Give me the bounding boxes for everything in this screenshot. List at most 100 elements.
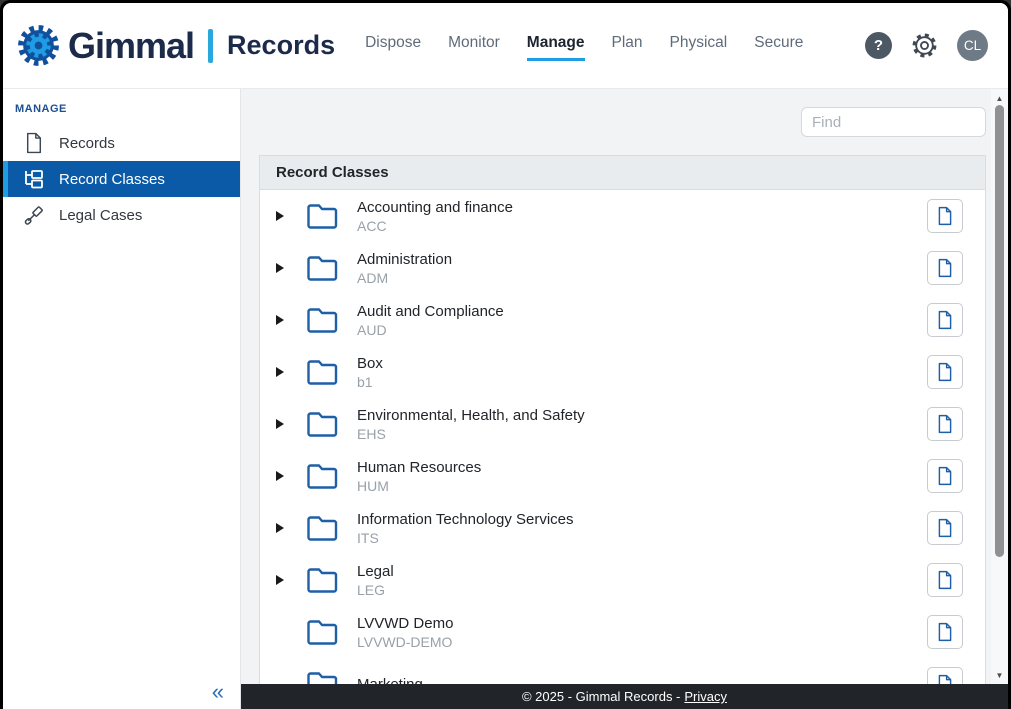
- record-class-details-button[interactable]: [927, 199, 963, 233]
- gavel-icon: [21, 205, 47, 226]
- brand-divider: [208, 29, 213, 63]
- record-class-row: Administration ADM: [260, 242, 985, 294]
- record-class-row: Accounting and finance ACC: [260, 190, 985, 242]
- record-class-details-button[interactable]: [927, 511, 963, 545]
- record-class-title[interactable]: Legal: [357, 562, 394, 581]
- record-class-title[interactable]: LVVWD Demo: [357, 614, 453, 633]
- record-class-text: LVVWD Demo LVVWD-DEMO: [357, 614, 453, 651]
- gimmal-gear-logo: [15, 22, 62, 69]
- settings-gear-icon[interactable]: [911, 32, 938, 59]
- document-icon: [21, 132, 47, 154]
- record-class-title[interactable]: Audit and Compliance: [357, 302, 504, 321]
- sidebar-item-record-classes[interactable]: Record Classes: [3, 161, 240, 197]
- record-class-title[interactable]: Administration: [357, 250, 452, 269]
- record-class-details-button[interactable]: [927, 615, 963, 649]
- record-class-text: Human Resources HUM: [357, 458, 481, 495]
- folder-icon: [306, 411, 339, 438]
- record-class-text: Legal LEG: [357, 562, 394, 599]
- vertical-scrollbar[interactable]: ▲ ▼: [991, 89, 1008, 684]
- record-class-text: Box b1: [357, 354, 383, 391]
- record-class-title[interactable]: Marketing: [357, 675, 423, 685]
- user-avatar[interactable]: CL: [957, 30, 988, 61]
- record-class-text: Audit and Compliance AUD: [357, 302, 504, 339]
- sidebar-item-label: Records: [59, 135, 115, 152]
- nav-monitor[interactable]: Monitor: [448, 34, 500, 61]
- record-class-code: EHS: [357, 425, 585, 443]
- record-class-row: Human Resources HUM: [260, 450, 985, 502]
- sidebar-collapse-icon[interactable]: «: [212, 681, 224, 703]
- record-class-code: ACC: [357, 217, 513, 235]
- footer: © 2025 - Gimmal Records - Privacy: [241, 684, 1008, 709]
- folder-icon: [306, 359, 339, 386]
- scrollbar-thumb[interactable]: [995, 105, 1004, 557]
- expand-arrow-icon[interactable]: [276, 315, 298, 325]
- record-class-code: ADM: [357, 269, 452, 287]
- record-class-code: HUM: [357, 477, 481, 495]
- sidebar-item-label: Legal Cases: [59, 207, 142, 224]
- record-class-text: Information Technology Services ITS: [357, 510, 574, 547]
- tree-icon: [21, 168, 47, 190]
- privacy-link[interactable]: Privacy: [684, 689, 727, 704]
- record-class-details-button[interactable]: [927, 355, 963, 389]
- nav-plan[interactable]: Plan: [612, 34, 643, 61]
- record-class-code: AUD: [357, 321, 504, 339]
- record-class-code: LEG: [357, 581, 394, 599]
- header-icons: ? CL: [865, 30, 988, 61]
- record-class-text: Marketing: [357, 675, 423, 685]
- top-header: Gimmal Records Dispose Monitor Manage Pl…: [3, 3, 1008, 89]
- record-class-details-button[interactable]: [927, 251, 963, 285]
- expand-arrow-icon[interactable]: [276, 575, 298, 585]
- expand-arrow-icon[interactable]: [276, 471, 298, 481]
- record-class-title[interactable]: Box: [357, 354, 383, 373]
- find-input[interactable]: [801, 107, 986, 137]
- main-nav: Dispose Monitor Manage Plan Physical Sec…: [365, 34, 803, 61]
- expand-arrow-icon[interactable]: [276, 367, 298, 377]
- expand-arrow-icon[interactable]: [276, 419, 298, 429]
- record-class-row: Box b1: [260, 346, 985, 398]
- record-class-details-button[interactable]: [927, 667, 963, 684]
- sidebar-item-legal-cases[interactable]: Legal Cases: [3, 197, 240, 233]
- record-class-row: Legal LEG: [260, 554, 985, 606]
- nav-dispose[interactable]: Dispose: [365, 34, 421, 61]
- app-body: MANAGE Records: [3, 89, 1008, 709]
- expand-arrow-icon[interactable]: [276, 211, 298, 221]
- record-class-row: Marketing: [260, 658, 985, 684]
- gimmal-records-app: Gimmal Records Dispose Monitor Manage Pl…: [3, 3, 1008, 709]
- folder-icon: [306, 307, 339, 334]
- record-class-details-button[interactable]: [927, 459, 963, 493]
- record-class-row: Environmental, Health, and Safety EHS: [260, 398, 985, 450]
- record-class-title[interactable]: Environmental, Health, and Safety: [357, 406, 585, 425]
- record-class-row: Information Technology Services ITS: [260, 502, 985, 554]
- record-class-details-button[interactable]: [927, 303, 963, 337]
- record-class-code: ITS: [357, 529, 574, 547]
- main-area: Record Classes Accounting and finance AC…: [241, 89, 1008, 709]
- nav-secure[interactable]: Secure: [754, 34, 803, 61]
- record-class-list: Accounting and finance ACC Administratio…: [260, 190, 985, 684]
- record-class-details-button[interactable]: [927, 407, 963, 441]
- scroll-up-icon[interactable]: ▲: [991, 91, 1008, 105]
- app-window: Gimmal Records Dispose Monitor Manage Pl…: [0, 0, 1011, 709]
- nav-manage[interactable]: Manage: [527, 34, 585, 61]
- record-class-title[interactable]: Human Resources: [357, 458, 481, 477]
- panel-title: Record Classes: [260, 156, 985, 190]
- scroll-down-icon[interactable]: ▼: [991, 668, 1008, 682]
- brand: Gimmal Records: [15, 22, 335, 69]
- sidebar-section-label: MANAGE: [3, 99, 240, 125]
- record-class-text: Accounting and finance ACC: [357, 198, 513, 235]
- record-class-title[interactable]: Accounting and finance: [357, 198, 513, 217]
- nav-physical[interactable]: Physical: [670, 34, 728, 61]
- folder-icon: [306, 255, 339, 282]
- record-class-text: Environmental, Health, and Safety EHS: [357, 406, 585, 443]
- record-class-code: b1: [357, 373, 383, 391]
- record-class-details-button[interactable]: [927, 563, 963, 597]
- expand-arrow-icon[interactable]: [276, 523, 298, 533]
- copyright-text: © 2025 - Gimmal Records -: [522, 689, 680, 704]
- folder-icon: [306, 463, 339, 490]
- sidebar-item-label: Record Classes: [59, 171, 165, 188]
- expand-arrow-icon[interactable]: [276, 263, 298, 273]
- record-class-title[interactable]: Information Technology Services: [357, 510, 574, 529]
- sidebar-item-records[interactable]: Records: [3, 125, 240, 161]
- sidebar: MANAGE Records: [3, 89, 241, 709]
- help-icon[interactable]: ?: [865, 32, 892, 59]
- find-row: [259, 107, 986, 137]
